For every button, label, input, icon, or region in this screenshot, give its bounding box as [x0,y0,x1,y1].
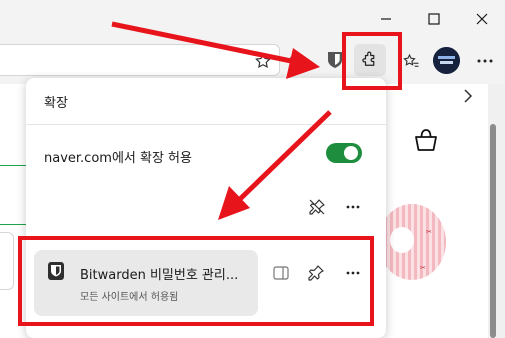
minimize-button[interactable] [366,4,406,34]
address-bar[interactable] [0,44,280,76]
browser-toolbar [0,36,505,84]
highlight-box-extensions-button [342,32,402,90]
maximize-icon [428,13,440,25]
minimize-icon [381,18,391,20]
window-titlebar [0,0,505,36]
unpin-icon [309,199,325,215]
add-favorite-button[interactable] [253,51,273,71]
svg-text:✂: ✂ [426,228,432,236]
scrollbar-thumb[interactable] [490,124,496,338]
shopping-bag-icon [415,129,437,151]
more-dots-icon [346,205,360,209]
collections-icon [289,56,305,67]
favorites-button[interactable] [400,50,422,72]
star-outline-icon [255,52,271,69]
highlight-box-extension-item [18,236,374,326]
site-permission-label: naver.com에서 확장 허용 [44,151,192,166]
chevron-right-icon [464,89,473,103]
bitwarden-shield-icon [328,52,342,68]
popup-title: 확장 [44,96,68,111]
maximize-button[interactable] [414,4,454,34]
page-underline-green [0,165,26,166]
pin-all-button[interactable] [306,196,328,218]
svg-text:✂: ✂ [420,264,426,272]
page-card-edge [0,232,14,290]
collections-button[interactable] [286,50,308,72]
shopping-bag-button[interactable] [410,124,442,156]
favorites-icon [403,53,419,67]
more-dots-icon [477,59,493,63]
page-underline-green [0,224,26,225]
close-icon [476,13,488,25]
profile-avatar-button[interactable] [433,47,460,74]
toggle-knob [344,146,358,160]
more-options-button[interactable] [342,198,364,216]
product-image: ✂ ✂ [378,204,448,284]
next-arrow-button[interactable] [458,86,478,106]
more-options-button[interactable] [474,50,496,72]
swim-ring-image: ✂ ✂ [378,204,446,280]
divider [26,124,386,125]
close-button[interactable] [462,4,502,34]
avatar [433,47,460,74]
